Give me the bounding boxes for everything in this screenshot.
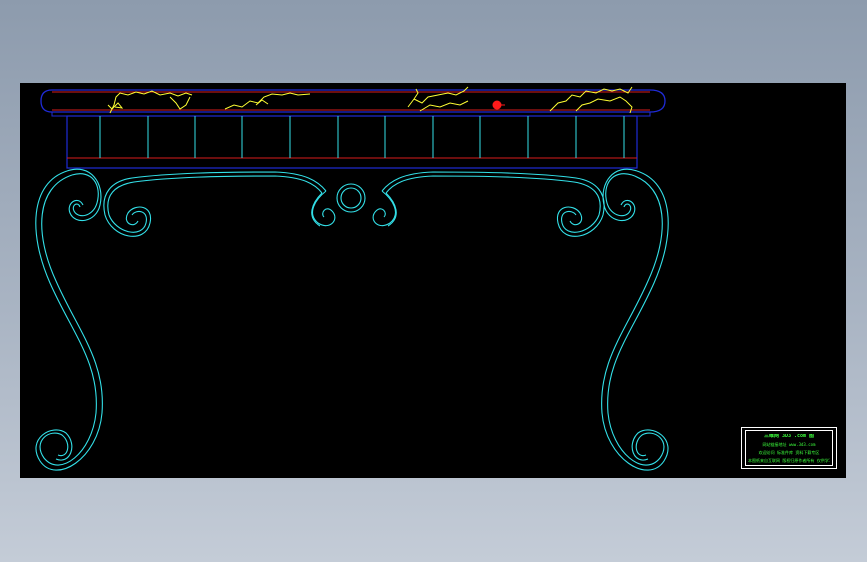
right-leg-top-curl-inner [605, 173, 633, 217]
left-upper-arch [103, 171, 327, 216]
left-upper-arch-inner [107, 175, 323, 216]
title-block-line-1: 三维网 ЗD3 .com 图 [763, 433, 815, 439]
right-upper-arch-inner [385, 175, 601, 216]
center-medallion-inner [340, 187, 362, 209]
left-leg-top-curl [66, 168, 102, 222]
title-block-inner-frame: 三维网 ЗD3 .com 图 网站链接地址 www.3d3.com 欢迎访问 标… [745, 430, 833, 466]
tabletop-slab [40, 89, 666, 117]
title-block-line-4: 本图纸来自互联网 版权归原作者所有 仅供学习 [748, 457, 830, 463]
apron-slats [99, 116, 625, 158]
left-leg-top-curl-inner [71, 173, 99, 217]
right-leg-top-curl [602, 168, 638, 222]
apron-frame [66, 115, 638, 169]
marble-veining [107, 86, 633, 114]
scroll-frame [35, 168, 669, 471]
title-block-line-3: 欢迎访问 标准件库 资料下载专区 [758, 449, 820, 455]
insertion-point-marker[interactable] [492, 100, 502, 110]
table-elevation-drawing [35, 86, 669, 471]
right-upper-arch [381, 171, 605, 216]
cad-viewport[interactable]: 三维网 ЗD3 .com 图 网站链接地址 www.3d3.com 欢迎访问 标… [20, 83, 846, 478]
apron [66, 115, 638, 169]
center-right-scroll [372, 190, 396, 227]
title-block-line-2: 网站链接地址 www.3d3.com [762, 441, 816, 447]
center-left-scroll [312, 190, 336, 227]
title-block: 三维网 ЗD3 .com 图 网站链接地址 www.3d3.com 欢迎访问 标… [741, 427, 837, 469]
tabletop-outline [40, 89, 666, 113]
